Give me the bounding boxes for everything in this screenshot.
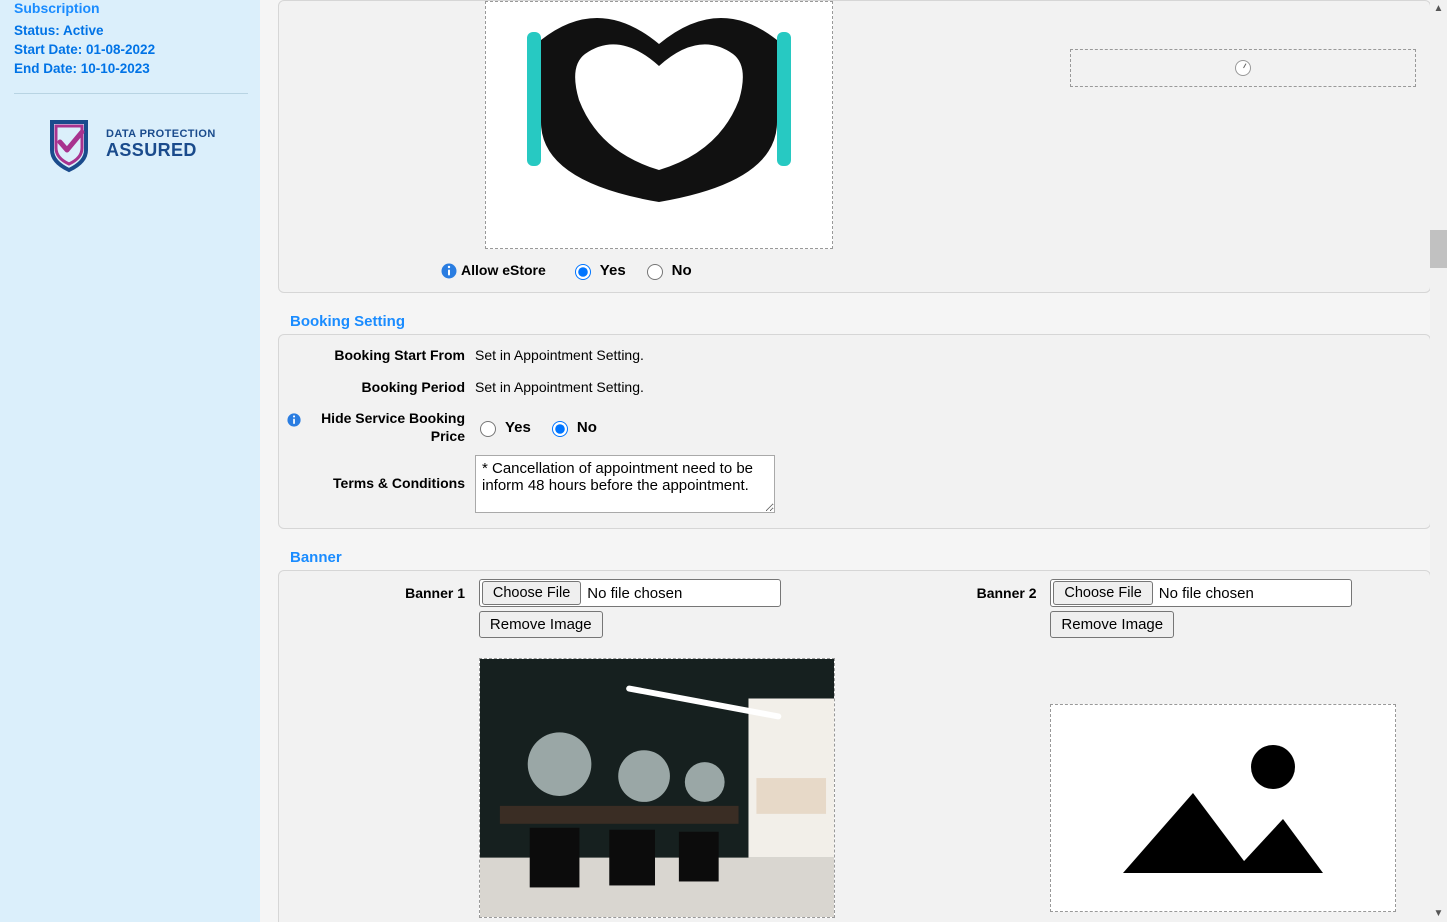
hands-heart-logo-icon [489, 2, 829, 246]
banner-1-remove-button[interactable]: Remove Image [479, 611, 603, 638]
banner-2-remove-button[interactable]: Remove Image [1050, 611, 1174, 638]
small-image-placeholder [1070, 49, 1416, 87]
banner-1-col: Banner 1 Choose File No file chosen Remo… [287, 579, 851, 918]
booking-period-value: Set in Appointment Setting. [475, 375, 1422, 395]
salon-photo-icon [480, 658, 834, 918]
booking-period-label: Booking Period [287, 375, 475, 397]
radio-label-yes: Yes [600, 262, 626, 279]
scroll-down-arrow-icon[interactable]: ▼ [1430, 905, 1447, 922]
banner-2-file-status: No file chosen [1159, 585, 1254, 602]
subscription-end: End Date: 10-10-2023 [14, 60, 248, 79]
scroll-thumb[interactable] [1430, 230, 1447, 268]
logo-preview [485, 1, 833, 249]
hide-price-no[interactable]: No [547, 418, 597, 437]
image-placeholder-icon [1113, 733, 1333, 883]
booking-start-from-label: Booking Start From [287, 343, 475, 365]
allow-estore-yes[interactable]: Yes [570, 261, 626, 280]
subscription-start: Start Date: 01-08-2022 [14, 41, 248, 60]
allow-estore-yes-radio[interactable] [575, 264, 591, 280]
hide-price-no-radio[interactable] [552, 421, 568, 437]
dp-line2: ASSURED [106, 141, 216, 160]
data-protection-badge: DATA PROTECTION ASSURED [38, 114, 248, 176]
hide-price-yes-radio[interactable] [480, 421, 496, 437]
vertical-scrollbar[interactable]: ▲ ▼ [1430, 0, 1447, 922]
banner-2-label: Banner 2 [859, 579, 1047, 601]
allow-estore-no[interactable]: No [642, 261, 692, 280]
hide-price-label: Hide Service Booking Price [305, 410, 465, 445]
banner-2-preview [1050, 704, 1396, 912]
banner-2-col: Banner 2 Choose File No file chosen Remo… [859, 579, 1423, 918]
main-content: Allow eStore Yes No [260, 0, 1447, 922]
banner-2-file-input[interactable]: Choose File No file chosen [1050, 579, 1352, 607]
hide-price-yes[interactable]: Yes [475, 418, 531, 437]
banner-1-file-input[interactable]: Choose File No file chosen [479, 579, 781, 607]
banner-1-label: Banner 1 [287, 579, 475, 601]
allow-estore-label: Allow eStore [461, 262, 546, 280]
scroll-up-arrow-icon[interactable]: ▲ [1430, 0, 1447, 17]
banner-2-choose-button[interactable]: Choose File [1053, 581, 1152, 605]
terms-textarea[interactable] [475, 455, 775, 513]
allow-estore-no-radio[interactable] [647, 264, 663, 280]
banner-header: Banner [278, 541, 1431, 570]
booking-setting-header: Booking Setting [278, 305, 1431, 334]
subscription-title: Subscription [14, 0, 248, 16]
info-icon[interactable] [441, 263, 457, 279]
loading-spinner-icon [1235, 60, 1251, 76]
info-icon[interactable] [287, 412, 301, 428]
divider [14, 93, 248, 94]
shield-check-icon [38, 114, 100, 176]
banner-1-choose-button[interactable]: Choose File [482, 581, 581, 605]
booking-start-from-value: Set in Appointment Setting. [475, 343, 1422, 363]
radio-label-no: No [577, 419, 597, 436]
radio-label-no: No [672, 262, 692, 279]
sidebar: Subscription Status: Active Start Date: … [0, 0, 260, 922]
terms-label: Terms & Conditions [287, 455, 475, 493]
banner-1-preview [479, 658, 835, 918]
banner-1-file-status: No file chosen [587, 585, 682, 602]
subscription-status: Status: Active [14, 22, 248, 41]
radio-label-yes: Yes [505, 419, 531, 436]
